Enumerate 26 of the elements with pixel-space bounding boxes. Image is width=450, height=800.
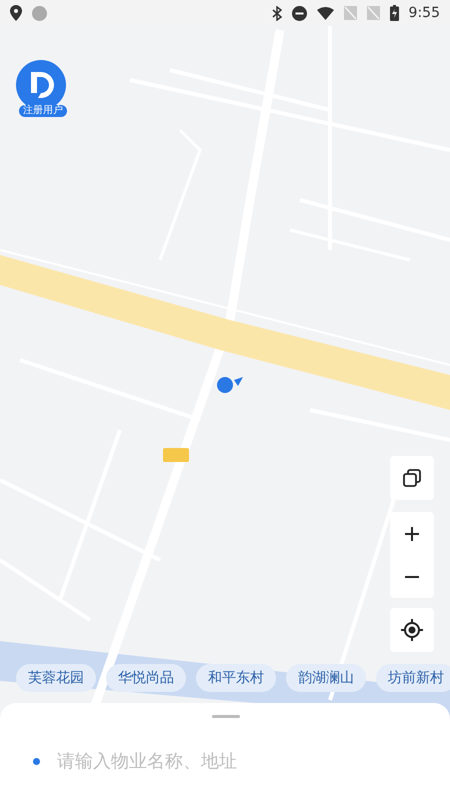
location-pin-icon: [10, 5, 22, 21]
search-field[interactable]: 请输入物业名称、地址: [55, 745, 419, 777]
zoom-in-button[interactable]: [390, 512, 434, 555]
clock-time: 9:55: [408, 5, 440, 21]
circle-icon: [32, 6, 47, 20]
drag-handle[interactable]: [212, 715, 240, 718]
plus-icon: [404, 526, 420, 542]
user-status-badge: 注册用户: [19, 105, 67, 117]
no-sim-icon: [344, 6, 357, 20]
do-not-disturb-icon: [292, 6, 307, 20]
bullet-dot: [33, 758, 40, 765]
battery-charging-icon: [390, 5, 399, 21]
place-chip[interactable]: 韵湖澜山: [286, 664, 366, 692]
place-chip[interactable]: 芙蓉花园: [16, 664, 96, 692]
minus-icon: [404, 574, 420, 578]
locate-button[interactable]: [390, 608, 434, 652]
crosshair-icon: [401, 619, 423, 641]
layers-button[interactable]: [390, 456, 434, 500]
place-chip[interactable]: 坊前新村: [376, 664, 450, 692]
place-chip[interactable]: 华悦尚品: [106, 664, 186, 692]
bluetooth-icon: [272, 6, 282, 20]
no-sim-icon: [366, 6, 380, 20]
layers-icon: [402, 468, 422, 488]
location-marker-icon: [216, 376, 244, 394]
place-chip[interactable]: 和平东村: [196, 664, 276, 692]
wifi-icon: [316, 6, 334, 20]
